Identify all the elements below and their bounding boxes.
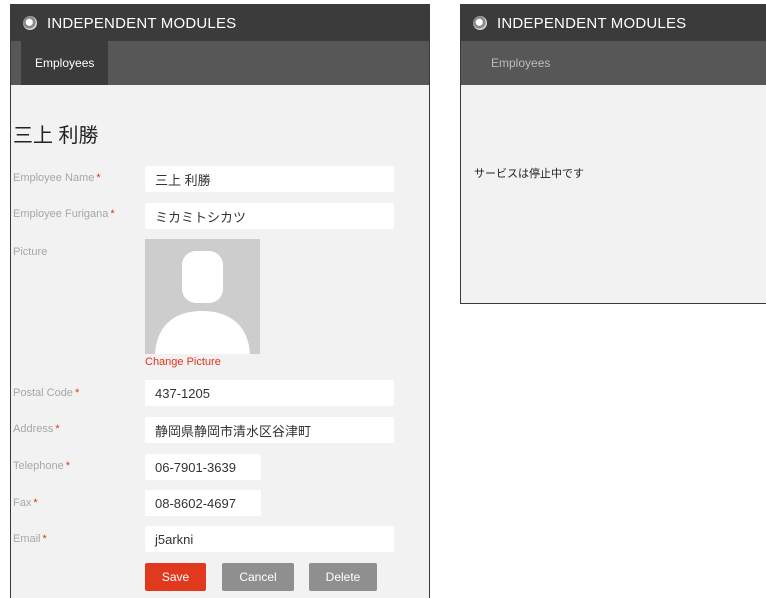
app-logo-icon (23, 16, 37, 30)
record-title: 三上 利勝 (13, 125, 99, 147)
app-title: INDEPENDENT MODULES (47, 14, 237, 32)
delete-button[interactable]: Delete (309, 563, 377, 591)
employee-picture (145, 239, 260, 354)
required-marker: * (110, 208, 115, 220)
address-field[interactable]: 静岡県静岡市清水区谷津町 (145, 417, 394, 443)
email-field[interactable]: j5arkni (145, 526, 394, 552)
address-label: Address * (13, 423, 60, 435)
app-titlebar: INDEPENDENT MODULES (461, 5, 766, 41)
employee-name-label: Employee Name * (13, 172, 101, 184)
employee-furigana-field[interactable]: ミカミトシカツ (145, 203, 394, 229)
app-logo-icon (473, 16, 487, 30)
required-marker: * (96, 172, 101, 184)
telephone-label: Telephone * (13, 460, 71, 472)
postal-code-label: Postal Code * (13, 387, 80, 399)
avatar-placeholder-icon (145, 239, 260, 354)
email-label: Email * (13, 533, 47, 545)
save-button[interactable]: Save (145, 563, 206, 591)
service-stopped-message: サービスは停止中です (474, 168, 584, 180)
postal-code-field[interactable]: 437-1205 (145, 380, 394, 406)
required-marker: * (33, 497, 38, 509)
telephone-field[interactable]: 06-7901-3639 (145, 454, 261, 480)
app-title: INDEPENDENT MODULES (497, 14, 687, 32)
tab-employees[interactable]: Employees (479, 41, 562, 85)
fax-field[interactable]: 08-8602-4697 (145, 490, 261, 516)
tab-employees[interactable]: Employees (21, 41, 109, 85)
cancel-button[interactable]: Cancel (222, 563, 294, 591)
app-titlebar: INDEPENDENT MODULES (11, 5, 429, 41)
required-marker: * (65, 460, 71, 472)
employee-furigana-label: Employee Furigana * (13, 208, 115, 220)
picture-label: Picture (13, 246, 48, 258)
tab-bar: Employees (461, 41, 766, 85)
employee-name-field[interactable]: 三上 利勝 (145, 166, 394, 192)
required-marker: * (55, 423, 60, 435)
change-picture-link[interactable]: Change Picture (145, 356, 221, 368)
required-marker: * (42, 533, 47, 545)
fax-label: Fax * (13, 497, 38, 509)
service-status-panel: INDEPENDENT MODULES Employees サービスは停止中です (460, 4, 766, 304)
tab-bar: Employees (11, 41, 429, 85)
required-marker: * (74, 387, 80, 399)
